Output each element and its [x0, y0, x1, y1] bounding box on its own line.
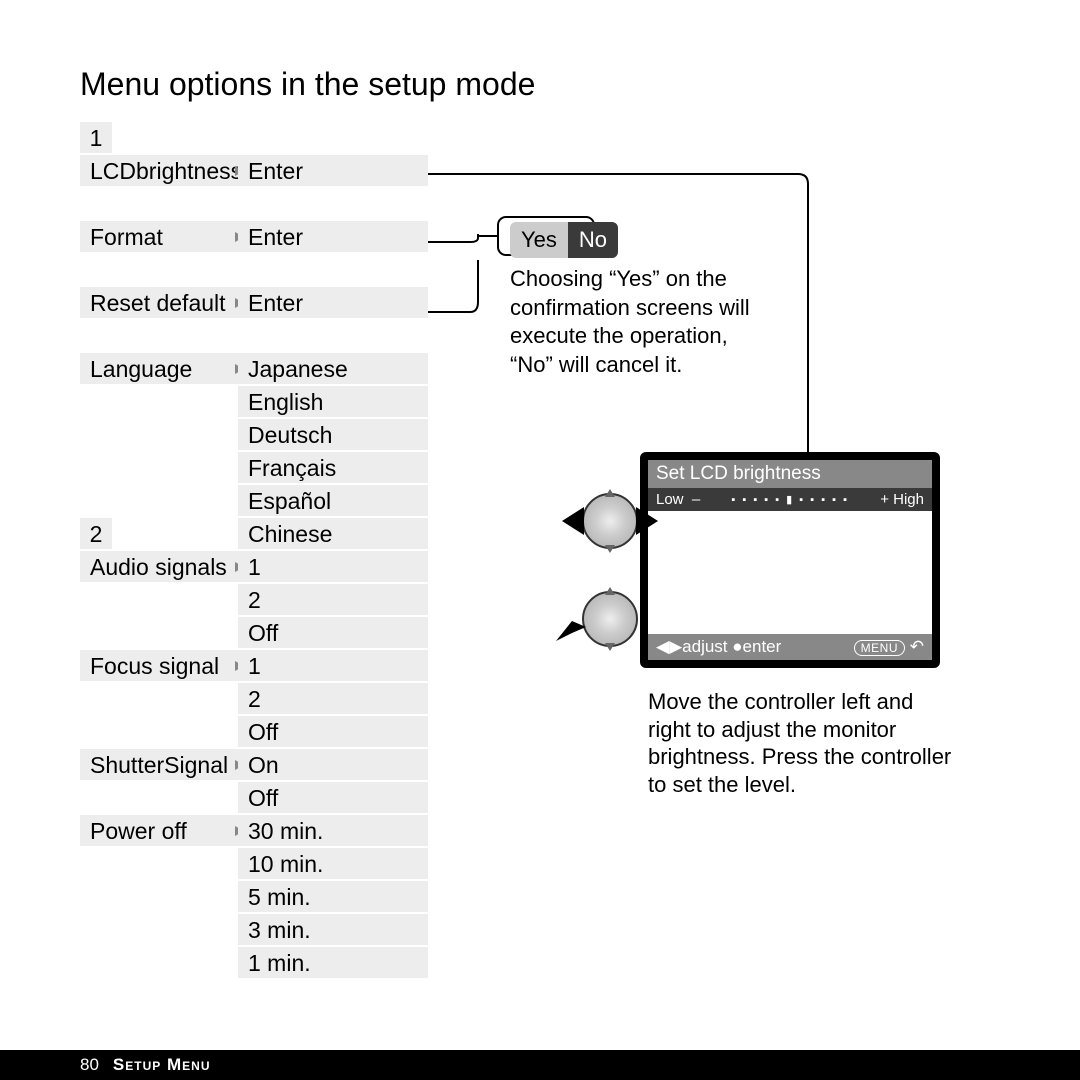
menu-focus-signal[interactable]: Focus signal: [80, 650, 250, 683]
opt-lang-fr[interactable]: Français: [238, 452, 428, 485]
opt-lang-cn[interactable]: Chinese: [238, 518, 428, 551]
opt-power-3[interactable]: 3 min.: [238, 914, 428, 947]
opt-power-30[interactable]: 30 min.: [238, 815, 428, 848]
left-right-icon: ◀▶: [656, 637, 682, 656]
lcd-brightness-preview: Set LCD brightness Low – ▪ ▪ ▪ ▪ ▪ ▮ ▪ ▪…: [640, 452, 940, 668]
opt-lang-de[interactable]: Deutsch: [238, 419, 428, 452]
confirm-yes[interactable]: Yes: [510, 222, 568, 258]
opt-reset-enter[interactable]: Enter: [238, 287, 428, 320]
menu-language[interactable]: Language: [80, 353, 250, 386]
controller-instruction: Move the controller left and right to ad…: [648, 688, 958, 798]
opt-focus-1[interactable]: 1: [238, 650, 428, 683]
lcd-brightness-scale: Low – ▪ ▪ ▪ ▪ ▪ ▮ ▪ ▪ ▪ ▪ ▪ + High: [648, 488, 932, 511]
page-title: Menu options in the setup mode: [80, 66, 535, 103]
menu-audio-signals[interactable]: Audio signals: [80, 551, 250, 584]
section-name: Setup Menu: [113, 1055, 211, 1075]
controller-press-icon: [582, 591, 638, 647]
menu-options-column: Enter Enter Enter Japanese English Deuts…: [238, 122, 428, 980]
menu-shutter-signal[interactable]: ShutterSignal: [80, 749, 250, 782]
opt-shutter-off[interactable]: Off: [238, 782, 428, 815]
confirm-no[interactable]: No: [568, 222, 618, 258]
page-footer: 80 Setup Menu: [0, 1050, 1080, 1080]
opt-format-enter[interactable]: Enter: [238, 221, 428, 254]
menu-reset-default[interactable]: Reset default: [80, 287, 250, 320]
menu-label-column: 1 LCDbrightness Format Reset default Lan…: [80, 122, 250, 848]
menu-format[interactable]: Format: [80, 221, 250, 254]
page-number: 80: [80, 1055, 99, 1075]
opt-shutter-on[interactable]: On: [238, 749, 428, 782]
confirmation-note: Choosing “Yes” on the confirmation scree…: [510, 265, 750, 379]
opt-focus-2[interactable]: 2: [238, 683, 428, 716]
opt-power-10[interactable]: 10 min.: [238, 848, 428, 881]
menu-button-icon: MENU: [854, 640, 905, 656]
menu-power-off[interactable]: Power off: [80, 815, 250, 848]
confirm-yes-no: Yes No: [510, 222, 618, 258]
opt-lang-jp[interactable]: Japanese: [238, 353, 428, 386]
opt-lang-es[interactable]: Español: [238, 485, 428, 518]
lcd-footer: ◀▶adjust ●enter MENU ↶: [648, 634, 932, 660]
tab-2: 2: [80, 518, 112, 551]
tab-1: 1: [80, 122, 112, 155]
menu-lcdbrightness[interactable]: LCDbrightness: [80, 155, 250, 188]
opt-power-1[interactable]: 1 min.: [238, 947, 428, 980]
opt-lang-en[interactable]: English: [238, 386, 428, 419]
enter-dot-icon: ●: [732, 637, 742, 656]
opt-power-5[interactable]: 5 min.: [238, 881, 428, 914]
controller-leftright-icon: [582, 493, 638, 549]
lcd-title: Set LCD brightness: [648, 460, 932, 488]
return-icon: ↶: [910, 637, 924, 656]
opt-audio-1[interactable]: 1: [238, 551, 428, 584]
opt-audio-2[interactable]: 2: [238, 584, 428, 617]
opt-focus-off[interactable]: Off: [238, 716, 428, 749]
opt-audio-off[interactable]: Off: [238, 617, 428, 650]
opt-lcdbrightness-enter[interactable]: Enter: [238, 155, 428, 188]
